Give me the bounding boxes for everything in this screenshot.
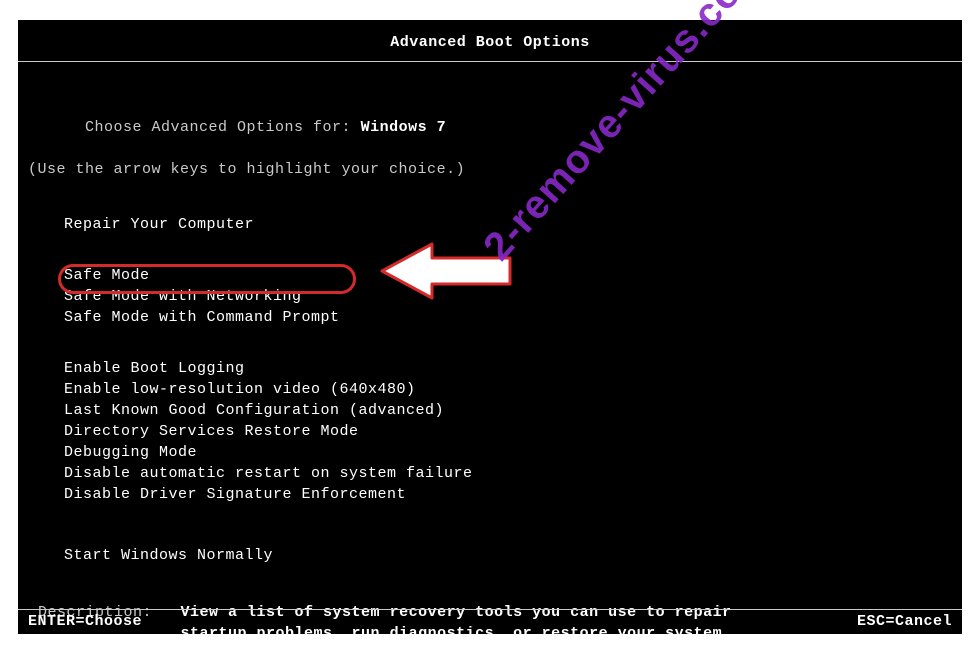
hint-esc: ESC=Cancel (857, 611, 952, 632)
prompt-hint: (Use the arrow keys to highlight your ch… (28, 159, 952, 180)
menu-boot-logging[interactable]: Enable Boot Logging (64, 358, 952, 379)
os-name: Windows 7 (361, 119, 447, 136)
menu-safe-mode[interactable]: Safe Mode (64, 265, 952, 286)
boot-options-screen: Advanced Boot Options Choose Advanced Op… (18, 20, 962, 634)
menu-start-normally[interactable]: Start Windows Normally (64, 545, 952, 566)
menu-disable-auto-restart[interactable]: Disable automatic restart on system fail… (64, 463, 952, 484)
menu-low-res-video[interactable]: Enable low-resolution video (640x480) (64, 379, 952, 400)
footer-hints: ENTER=Choose ESC=Cancel (28, 611, 952, 632)
content-area: Choose Advanced Options for: Windows 7 (… (18, 62, 962, 644)
menu-safe-mode-cmd[interactable]: Safe Mode with Command Prompt (64, 307, 340, 328)
menu-debugging[interactable]: Debugging Mode (64, 442, 952, 463)
menu-last-known-good[interactable]: Last Known Good Configuration (advanced) (64, 400, 952, 421)
prompt-prefix: Choose Advanced Options for: (85, 119, 361, 136)
prompt-line-1: Choose Advanced Options for: Windows 7 (28, 96, 952, 159)
menu-safe-mode-networking[interactable]: Safe Mode with Networking (64, 286, 952, 307)
description-block: Description: View a list of system recov… (28, 566, 952, 644)
menu-disable-driver-sig[interactable]: Disable Driver Signature Enforcement (64, 484, 952, 505)
boot-menu[interactable]: Repair Your Computer Safe Mode Safe Mode… (28, 180, 952, 566)
menu-repair-computer[interactable]: Repair Your Computer (64, 214, 952, 235)
hint-enter: ENTER=Choose (28, 611, 142, 632)
footer-divider (18, 609, 962, 610)
menu-ds-restore[interactable]: Directory Services Restore Mode (64, 421, 952, 442)
page-title: Advanced Boot Options (18, 20, 962, 53)
